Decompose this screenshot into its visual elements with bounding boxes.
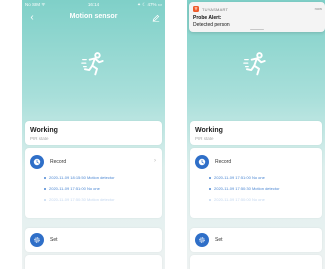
pencil-icon[interactable] [150,12,162,24]
notification-app-name: TUYASMART [202,6,229,12]
record-item[interactable]: 2020-11-09 17:50:00 No one [209,197,318,208]
record-item[interactable]: 2020-11-09 17:50:30 Motion detector [44,197,158,208]
push-notification[interactable]: TUYASMART now Probe Alert: Detected pers… [189,2,325,32]
pir-status-card: Working PIR state [25,121,162,145]
record-row[interactable]: Record › [30,155,158,169]
record-row[interactable]: Record [195,155,318,169]
notification-title: Probe Alert: [193,15,222,21]
set-card: Set [25,228,162,252]
gear-icon [30,233,44,247]
record-card: Record › 2020-11-09 18:15:50 Motion dete… [25,148,162,218]
pir-status-card: Working PIR state [190,121,322,145]
record-card: Record 2020-11-09 17:51:00 No one 2020-1… [190,148,322,218]
pir-status-value: Working [30,127,58,134]
more-card [25,255,162,269]
record-label: Record [215,159,232,165]
set-label: Set [215,237,223,243]
pir-status-value: Working [195,127,223,134]
chevron-right-icon: › [154,158,156,164]
page-title: Motion sensor [69,13,118,20]
record-item[interactable]: 2020-11-09 17:51:00 No one [209,175,318,186]
motion-sensor-screen: No SIM ᯤ 16:14 ✦ ☾ 47% ▭ ‹ Motion sensor [22,0,165,269]
tuya-app-icon [193,6,199,12]
nav-bar: ‹ Motion sensor [22,10,165,26]
status-bar: No SIM ᯤ 16:14 ✦ ☾ 47% ▭ [22,0,165,8]
gear-icon [195,233,209,247]
record-label: Record [50,159,67,165]
set-card: Set [190,228,322,252]
comparison-stage: No SIM ᯤ 16:14 ✦ ☾ 47% ▭ ‹ Motion sensor [0,0,325,269]
record-item[interactable]: 2020-11-09 17:51:00 No one [44,186,158,197]
battery-label: ✦ ☾ 47% ▭ [137,2,162,7]
running-person-icon [80,52,104,76]
record-list: 2020-11-09 18:15:50 Motion detector 2020… [44,175,158,208]
notification-time: now [314,6,322,11]
clock-icon [195,155,209,169]
set-row[interactable]: Set [195,233,318,247]
record-list: 2020-11-09 17:51:00 No one 2020-11-09 17… [209,175,318,208]
record-item[interactable]: 2020-11-09 18:15:50 Motion detector [44,175,158,186]
notification-handle [250,28,264,30]
motion-sensor-screen-with-notification: TUYASMART now Probe Alert: Detected pers… [187,0,325,269]
clock-icon [30,155,44,169]
pir-status-label: PIR state [30,136,49,141]
record-item[interactable]: 2020-11-09 17:50:30 Motion detector [209,186,318,197]
set-label: Set [50,237,58,243]
more-card [190,255,322,269]
set-row[interactable]: Set [30,233,158,247]
pir-status-label: PIR state [195,136,214,141]
notification-body: Detected person [193,22,230,28]
running-person-icon [243,52,266,76]
